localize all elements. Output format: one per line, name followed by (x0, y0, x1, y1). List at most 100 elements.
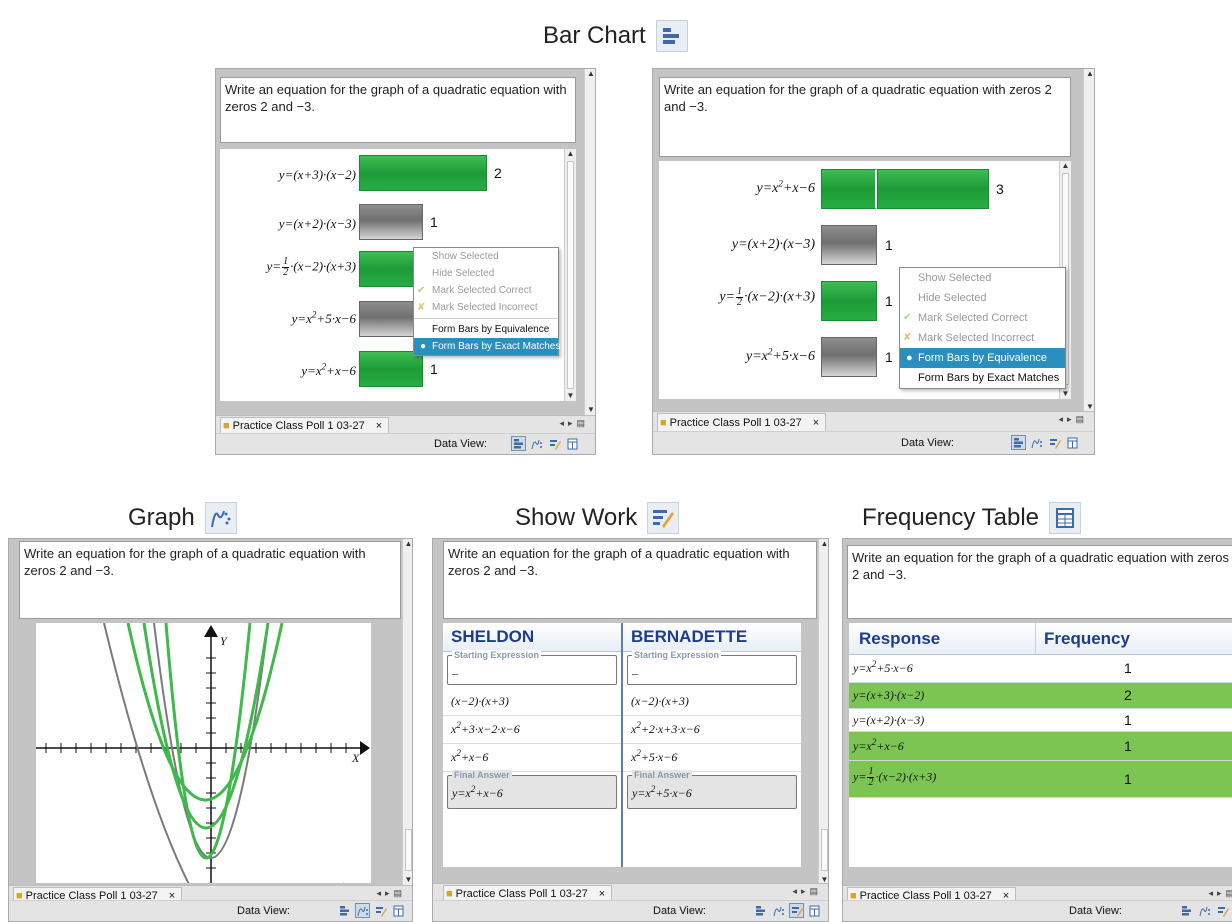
starting-expression-legend: Starting Expression (632, 650, 722, 660)
tab-navigation-icons[interactable]: ◂▸▤ (1208, 888, 1232, 899)
document-tab-bar: ■ Practice Class Poll 1 03-27 × ◂▸▤ (653, 411, 1094, 432)
bar-segment[interactable] (877, 169, 989, 209)
bar-chart-view-button[interactable] (1011, 435, 1026, 450)
bar-chart-view-button[interactable] (1179, 903, 1194, 918)
status-bar: Data View: (843, 900, 1232, 921)
status-bar: Data View: (433, 900, 828, 921)
question-box: Write an equation for the graph of a qua… (19, 541, 401, 619)
menu-form-by-equivalence[interactable]: ● Form Bars by Equivalence (900, 348, 1065, 368)
graph-plot[interactable]: Y X (36, 623, 371, 883)
outer-scrollbar[interactable]: ▲ ▼ (1083, 69, 1094, 412)
green-parabola-curve (126, 623, 284, 802)
frequency-table-caption-text: Frequency Table (862, 504, 1039, 531)
table-row[interactable]: y=(x+3)·(x−2) 2 (849, 683, 1232, 709)
menu-show-selected[interactable]: Show Selected (414, 248, 558, 265)
bar[interactable] (359, 204, 423, 240)
bar-row[interactable]: y=(x+2)·(x−3) 1 (220, 204, 576, 242)
table-row[interactable]: y=x2+x−6 1 (849, 732, 1232, 761)
scroll-down-arrow[interactable]: ▼ (585, 405, 595, 415)
scroll-up-arrow[interactable]: ▲ (1084, 69, 1094, 79)
bar-segment[interactable] (821, 169, 877, 209)
starting-expression-box: Starting Expression – (627, 650, 797, 685)
class-folder-icon: ■ (446, 888, 453, 900)
bar-chart-view-button[interactable] (337, 903, 352, 918)
menu-mark-incorrect[interactable]: ✘ Mark Selected Incorrect (900, 328, 1065, 348)
scroll-up-arrow[interactable]: ▲ (585, 69, 595, 79)
scroll-thumb[interactable] (821, 829, 828, 871)
graph-view-button[interactable] (1197, 903, 1212, 918)
table-row[interactable]: y= 1 2 ·(x−2)·(x+3) 1 (849, 761, 1232, 798)
data-view-switcher (753, 903, 822, 918)
table-view-button[interactable] (1065, 435, 1080, 450)
table-view-button[interactable] (807, 903, 822, 918)
class-folder-icon: ■ (660, 417, 667, 429)
bar-label: y= 1 2 ·(x−2)·(x+3) (266, 256, 356, 278)
show-work-view-button[interactable] (1047, 435, 1062, 450)
document-tab[interactable]: ■ Practice Class Poll 1 03-27 × (220, 417, 390, 434)
bar-row[interactable]: y=x2+x−6 3 (659, 169, 1071, 209)
menu-mark-correct[interactable]: ✔ Mark Selected Correct (900, 308, 1065, 328)
bar-chart-caption-text: Bar Chart (543, 22, 646, 49)
cross-mark-icon: ✘ (903, 332, 912, 343)
tab-title: Practice Class Poll 1 03-27 (669, 417, 802, 429)
graph-view-button[interactable] (529, 436, 544, 451)
menu-separator (414, 318, 558, 319)
bar-label: y=x2+5·x−6 (291, 309, 356, 326)
response-cell: y= 1 2 ·(x−2)·(x+3) (853, 766, 937, 788)
menu-mark-incorrect[interactable]: ✘ Mark Selected Incorrect (414, 299, 558, 316)
menu-form-by-exact-matches[interactable]: ● Form Bars by Exact Matches (414, 338, 560, 355)
table-row[interactable]: y=(x+2)·(x−3) 1 (849, 709, 1232, 732)
show-work-view-button[interactable] (547, 436, 562, 451)
graph-view-button[interactable] (355, 903, 370, 918)
close-tab-icon[interactable]: × (599, 888, 605, 900)
document-tab[interactable]: ■ Practice Class Poll 1 03-27 × (657, 413, 827, 432)
bar[interactable] (359, 155, 487, 191)
scroll-down-arrow[interactable]: ▼ (565, 391, 576, 401)
graph-view-button[interactable] (771, 903, 786, 918)
bar[interactable] (821, 337, 877, 377)
outer-scrollbar[interactable]: ▲ ▼ (584, 69, 595, 415)
show-work-view-button[interactable] (373, 903, 388, 918)
student-name: SHELDON (443, 623, 621, 652)
scroll-down-arrow[interactable]: ▼ (403, 875, 412, 885)
scroll-down-arrow[interactable]: ▼ (1060, 389, 1071, 399)
close-tab-icon[interactable]: × (376, 420, 382, 432)
column-header-response[interactable]: Response (859, 629, 940, 649)
menu-form-by-equivalence[interactable]: Form Bars by Equivalence (414, 321, 558, 338)
frequency-cell: 1 (1124, 712, 1132, 728)
bar-chart-view-button[interactable] (753, 903, 768, 918)
bar-chart-view-button[interactable] (511, 436, 526, 451)
table-view-button[interactable] (565, 436, 580, 451)
bar-row[interactable]: y=(x+3)·(x−2) 2 (220, 155, 576, 193)
tab-navigation-icons[interactable]: ◂▸▤ (1058, 414, 1088, 425)
data-view-label: Data View: (1069, 905, 1122, 917)
scroll-up-arrow[interactable]: ▲ (819, 539, 828, 549)
outer-scrollbar[interactable]: ▲ ▼ (402, 539, 412, 885)
bar-value: 1 (885, 237, 893, 253)
menu-form-by-exact-matches[interactable]: Form Bars by Exact Matches (900, 368, 1065, 388)
bar[interactable] (821, 281, 877, 321)
show-work-view-button[interactable] (789, 903, 804, 918)
tab-navigation-icons[interactable]: ◂▸▤ (559, 418, 589, 429)
bar[interactable] (821, 225, 877, 265)
close-tab-icon[interactable]: × (813, 417, 819, 429)
outer-scrollbar[interactable]: ▲ ▼ (818, 539, 828, 885)
bar-row[interactable]: y=(x+2)·(x−3) 1 (659, 225, 1071, 265)
tab-navigation-icons[interactable]: ◂▸▤ (376, 888, 406, 899)
table-view-button[interactable] (391, 903, 406, 918)
table-row[interactable]: y=x2+5·x−6 1 (849, 655, 1232, 683)
scroll-thumb[interactable] (405, 829, 412, 871)
bar-chart-panel-exact: Write an equation for the graph of a qua… (215, 68, 596, 455)
bar[interactable] (359, 351, 423, 387)
bar-row[interactable]: y=x2+x−6 1 (220, 351, 576, 389)
menu-hide-selected[interactable]: Hide Selected (414, 265, 558, 282)
menu-mark-correct[interactable]: ✔ Mark Selected Correct (414, 282, 558, 299)
frequency-table-panel: Write an equation for the graph of a qua… (842, 538, 1232, 922)
scroll-up-arrow[interactable]: ▲ (403, 539, 412, 549)
tab-navigation-icons[interactable]: ◂▸▤ (792, 886, 822, 897)
menu-show-selected[interactable]: Show Selected (900, 268, 1065, 288)
graph-view-button[interactable] (1029, 435, 1044, 450)
column-header-frequency[interactable]: Frequency (1044, 629, 1130, 649)
show-work-view-button[interactable] (1215, 903, 1230, 918)
menu-hide-selected[interactable]: Hide Selected (900, 288, 1065, 308)
